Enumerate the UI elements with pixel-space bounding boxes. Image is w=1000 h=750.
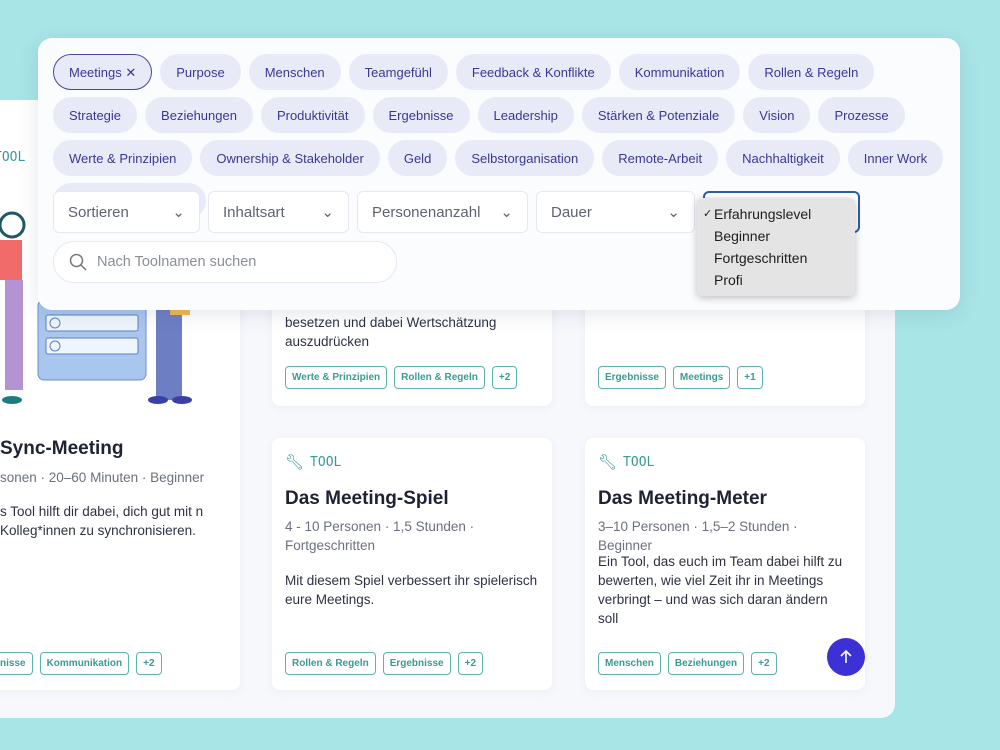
tag[interactable]: +2 xyxy=(136,652,162,675)
card-description: Mit diesem Spiel verbessert ihr spieleri… xyxy=(285,573,538,607)
tag[interactable]: +2 xyxy=(751,652,777,675)
chip-geld[interactable]: Geld xyxy=(387,140,448,176)
checkmark-icon: ✓ xyxy=(703,208,713,220)
tag[interactable]: +2 xyxy=(457,652,484,675)
chip-strategie[interactable]: Strategie xyxy=(53,97,138,133)
tag-list: Menschen Beziehungen +2 xyxy=(598,652,777,675)
sort-select[interactable]: Sortieren ⌄ xyxy=(53,191,200,233)
tag[interactable]: +1 xyxy=(737,366,763,389)
tool-card-meeting-spiel[interactable]: 🔧︎ TOOL Das Meeting-Spiel 4 - 10 Personen… xyxy=(272,438,552,690)
chevron-down-icon: ⌄ xyxy=(500,204,513,221)
chevron-down-icon: ⌄ xyxy=(667,204,680,221)
search-input[interactable]: Nach Toolnamen suchen xyxy=(53,241,397,283)
content-type-select[interactable]: Inhaltsart ⌄ xyxy=(208,191,349,233)
card-description: besetzen und dabei Wertschätzung auszudr… xyxy=(285,315,497,349)
tag[interactable]: Werte & Prinzipien xyxy=(285,366,388,389)
card-description: s Tool hilft dir dabei, dich gut mit n K… xyxy=(0,504,204,538)
tool-label: 🔧︎ TOOL xyxy=(598,453,655,471)
tag[interactable]: Rollen & Regeln xyxy=(285,652,376,675)
chip-feedback-konflikte[interactable]: Feedback & Konflikte xyxy=(455,54,611,90)
card-title: Das Meeting-Spiel xyxy=(285,488,449,509)
tag[interactable]: nisse xyxy=(0,652,33,675)
card-title: Sync-Meeting xyxy=(0,438,124,459)
card-meta: 3–10 Personen · 1,5–2 Stunden · Beginner xyxy=(598,519,798,553)
tool-label: 🔧︎ TOOL xyxy=(285,453,342,471)
chip-remote-arbeit[interactable]: Remote-Arbeit xyxy=(602,140,719,176)
search-placeholder: Nach Toolnamen suchen xyxy=(97,254,257,270)
chip-ownership-stakeholder[interactable]: Ownership & Stakeholder xyxy=(200,140,380,176)
tag-list: Ergebnisse Meetings +1 xyxy=(598,366,763,389)
chip-purpose[interactable]: Purpose xyxy=(160,54,241,90)
search-icon xyxy=(69,253,87,271)
card-description: Ein Tool, das euch im Team dabei hilft z… xyxy=(598,554,843,626)
chip-kommunikation[interactable]: Kommunikation xyxy=(618,54,741,90)
card-meta: sonen · 20–60 Minuten · Beginner xyxy=(0,470,205,485)
chip-menschen[interactable]: Menschen xyxy=(248,54,341,90)
tag[interactable]: Ergebnisse xyxy=(382,652,451,675)
tag-list: Werte & Prinzipien Rollen & Regeln +2 xyxy=(285,366,518,389)
card-title: Das Meeting-Meter xyxy=(598,488,767,509)
wrench-icon: 🔧︎ xyxy=(285,453,305,471)
chip-beziehungen[interactable]: Beziehungen xyxy=(145,97,253,133)
chip-stärken-potenziale[interactable]: Stärken & Potenziale xyxy=(581,97,736,133)
arrow-up-icon xyxy=(840,649,852,663)
card-meta: 4 - 10 Personen · 1,5 Stunden · Fortgesc… xyxy=(285,519,475,553)
scroll-to-top-button[interactable] xyxy=(827,638,865,676)
option-profi[interactable]: Profi xyxy=(697,269,855,291)
tag[interactable]: Menschen xyxy=(598,652,661,675)
chip-rollen-regeln[interactable]: Rollen & Regeln xyxy=(748,54,875,90)
chip-ergebnisse[interactable]: Ergebnisse xyxy=(372,97,470,133)
tag[interactable]: +2 xyxy=(491,366,518,389)
chip-meetings[interactable]: Meetings ✕ xyxy=(53,54,153,90)
tool-card-meeting-meter[interactable]: 🔧︎ TOOL Das Meeting-Meter 3–10 Personen ·… xyxy=(585,438,865,690)
tag[interactable]: Ergebnisse xyxy=(598,366,666,389)
chevron-down-icon: ⌄ xyxy=(172,204,185,221)
chip-nachhaltigkeit[interactable]: Nachhaltigkeit xyxy=(726,140,840,176)
chip-werte-prinzipien[interactable]: Werte & Prinzipien xyxy=(53,140,193,176)
tag[interactable]: Beziehungen xyxy=(667,652,745,675)
chip-produktivität[interactable]: Produktivität xyxy=(260,97,365,133)
people-count-select[interactable]: Personenanzahl ⌄ xyxy=(357,191,528,233)
wrench-icon: 🔧︎ xyxy=(598,453,618,471)
experience-dropdown-menu: ✓ Erfahrungslevel Beginner Fortgeschritte… xyxy=(697,198,855,296)
tag[interactable]: Rollen & Regeln xyxy=(394,366,485,389)
chip-vision[interactable]: Vision xyxy=(743,97,811,133)
tag[interactable]: Kommunikation xyxy=(39,652,130,675)
chip-leadership[interactable]: Leadership xyxy=(477,97,574,133)
tag[interactable]: Meetings xyxy=(672,366,731,389)
option-fortgeschritten[interactable]: Fortgeschritten xyxy=(697,247,855,269)
duration-select[interactable]: Dauer ⌄ xyxy=(536,191,695,233)
chip-teamgefühl[interactable]: Teamgefühl xyxy=(348,54,448,90)
tag-list: Rollen & Regeln Ergebnisse +2 xyxy=(285,652,484,675)
chip-inner-work[interactable]: Inner Work xyxy=(847,140,944,176)
chip-prozesse[interactable]: Prozesse xyxy=(818,97,905,133)
chip-selbstorganisation[interactable]: Selbstorganisation xyxy=(455,140,595,176)
option-beginner[interactable]: Beginner xyxy=(697,225,855,247)
chevron-down-icon: ⌄ xyxy=(321,204,334,221)
option-erfahrungslevel[interactable]: ✓ Erfahrungslevel xyxy=(697,203,855,225)
tool-label: TOOL xyxy=(0,150,26,165)
tag-list: nisse Kommunikation +2 xyxy=(0,652,162,675)
